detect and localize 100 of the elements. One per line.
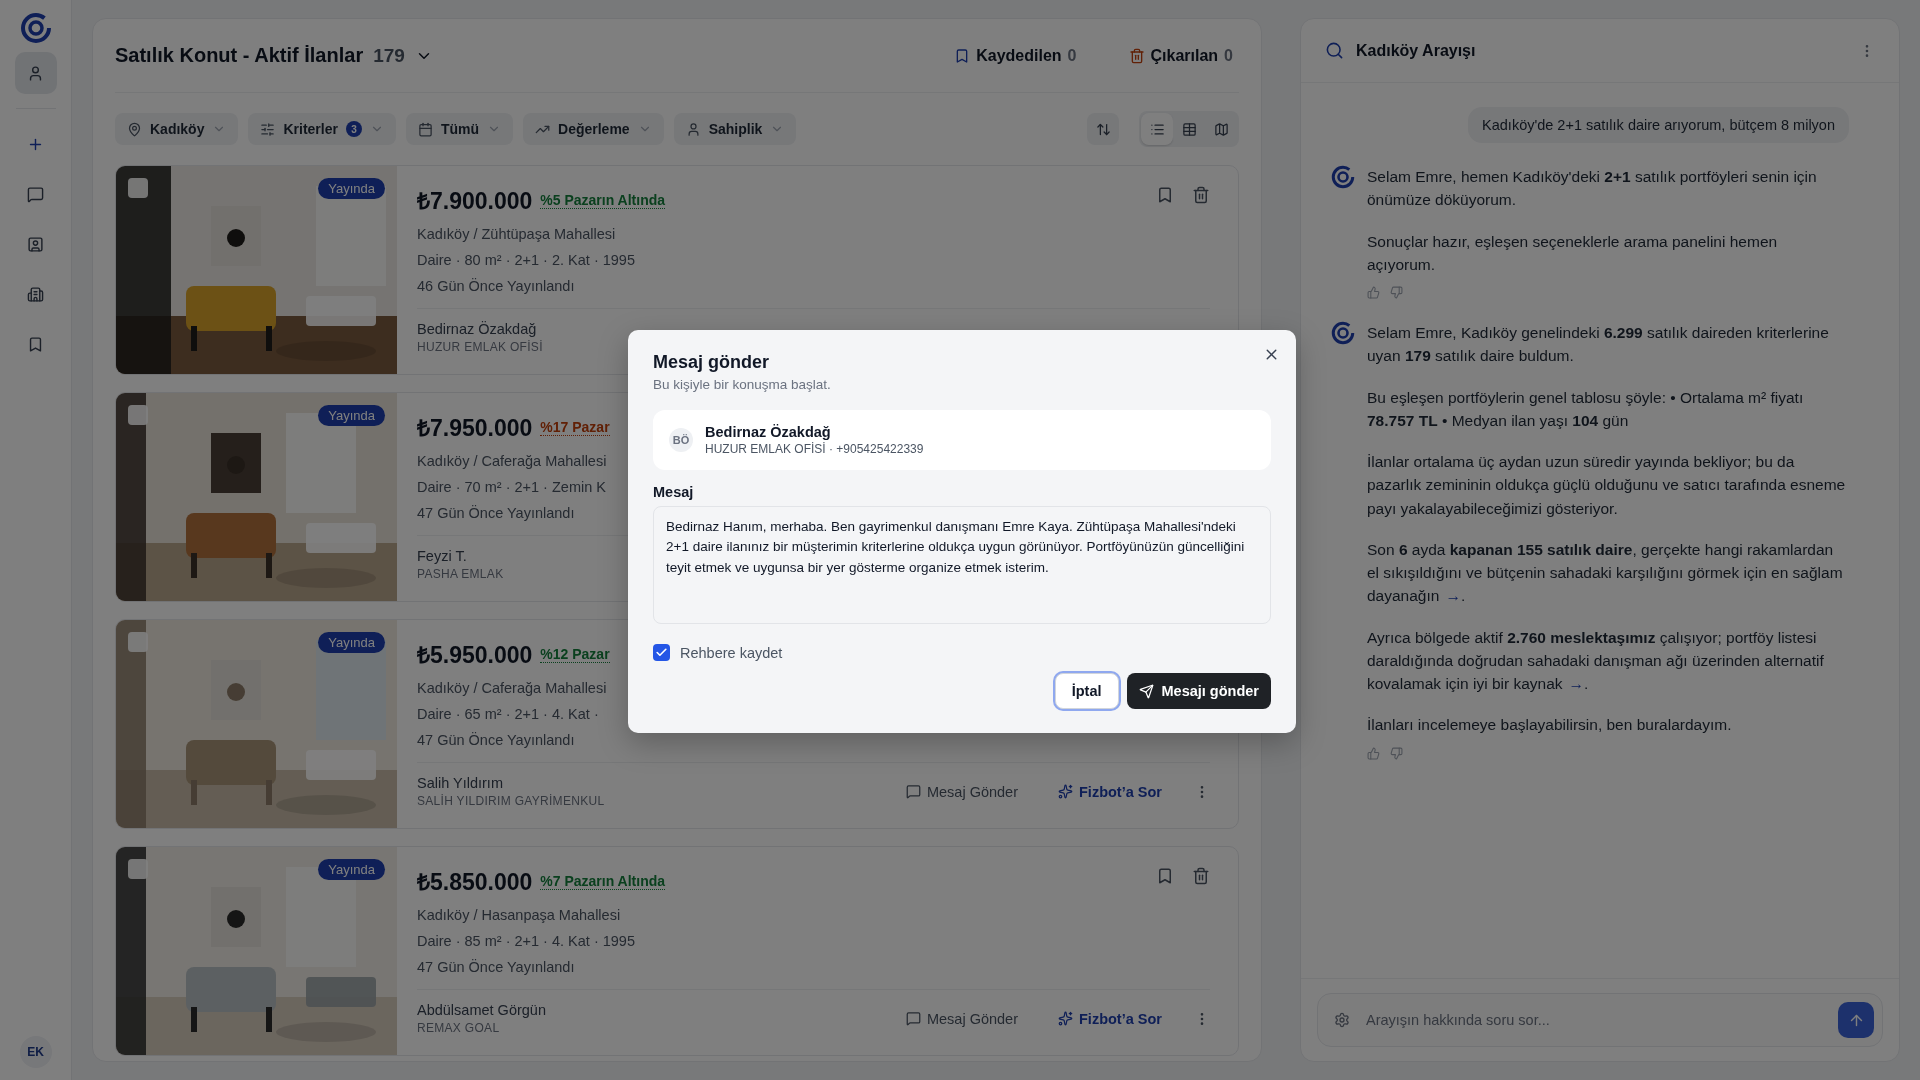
logo-icon [1331,165,1355,189]
trash-icon [1128,47,1145,64]
user-icon [685,121,701,137]
contact-details: HUZUR EMLAK OFİSİ · +905425422339 [705,442,924,456]
map-icon [1213,121,1229,137]
filter-dropdown[interactable]: Kadıköy [115,113,239,145]
assistant-message: Selam Emre, hemen Kadıköy'deki 2+1 satılık portföyleri senin için önümüze döküyorum. [1367,167,1818,211]
table-icon [1181,121,1197,137]
thumbs-down-icon[interactable] [1390,746,1403,760]
building-icon [27,285,44,303]
send-button[interactable] [1838,1002,1874,1038]
listing-location: Kadıköy / Zühtüpaşa Mahallesi [417,226,616,242]
agent-office: HUZUR EMLAK OFİSİ [417,340,543,354]
agent-office: PASHA EMLAK [417,567,504,581]
listing-location: Kadıköy / Hasanpaşa Mahallesi [417,907,621,923]
market-tag: %17 Pazar [540,418,610,436]
trash-icon[interactable] [1192,867,1210,885]
arrow-link[interactable]: → [1568,675,1585,692]
listing-price: ₺7.950.000 [417,414,533,443]
save-contact-checkbox[interactable] [653,644,670,661]
published-date: 46 Gün Önce Yayınlandı [417,278,575,294]
filter-dropdown[interactable]: Sahiplik [673,113,797,145]
agent-office: REMAX GOAL [417,1021,501,1035]
message-button[interactable]: Mesaj Gönder [899,782,1024,801]
sparkles-icon [1058,784,1073,799]
published-date: 47 Gün Önce Yayınlandı [417,505,575,521]
select-checkbox[interactable] [128,859,148,879]
assistant-message: İlanları incelemeye başlayabilirsin, ben buralardayım. [1367,715,1733,736]
thumbs-down-icon[interactable] [1390,286,1403,299]
bookmark-icon[interactable] [1156,186,1174,204]
sparkles-icon [1058,1011,1073,1026]
sidebar-item[interactable] [14,52,57,94]
market-tag: %5 Pazarın Altında [540,191,666,209]
filter-dropdown[interactable]: Kriterler 3 [248,113,396,145]
page-title: Satılık Konut - Aktif İlanlar [115,44,364,67]
chat-icon [905,1011,921,1026]
listing-action-icons[interactable] [1156,867,1210,885]
removed-button[interactable]: Çıkarılan 0 [1122,45,1239,66]
market-tag: %7 Pazarın Altında [540,872,666,890]
assistant-message: Ayrıca bölgede aktif 2.760 meslektaşımız çalışıyor; portföy listesi daraldığında doğrudan sahadaki danışman ağı üzerinden alternatif kovalamak için iyi bir kaynak →. [1367,627,1825,694]
question-input[interactable]: Arayışın hakkında soru sor... [1364,1011,1824,1029]
user-avatar[interactable]: EK [19,1036,52,1068]
status-badge: Yayında [318,632,385,653]
send-message-button[interactable]: Mesajı gönder [1126,673,1271,709]
thumbs-up-icon[interactable] [1367,286,1380,299]
list-view-button[interactable] [1141,113,1173,145]
listing-details: Daire · 80 m² · 2+1 · 2. Kat · 1995 [417,252,635,268]
published-date: 47 Gün Önce Yayınlandı [417,959,575,975]
send-icon [1138,683,1154,699]
assistant-message: Sonuçlar hazır, eşleşen seçeneklerle arama panelini hemen açıyorum. [1367,231,1779,275]
market-tag: %12 Pazar [540,645,610,663]
agent-name: Feyzi T. [417,548,468,564]
search-icon [1325,41,1344,60]
chat-input[interactable]: Arayışın hakkında soru sor... [1317,993,1883,1047]
message-button[interactable]: Mesaj Gönder [899,1009,1024,1028]
arrow-link[interactable]: → [1445,587,1461,605]
agent-name: Salih Yıldırım [417,775,504,791]
agent-name: Abdülsamet Görgün [417,1002,546,1018]
sliders-icon [260,121,276,137]
select-checkbox[interactable] [128,405,148,425]
user-message: Kadıköy'de 2+1 satılık daire arıyorum, bütçem 8 milyon [1468,107,1849,143]
assistant-message: Selam Emre, Kadıköy genelindeki 6.299 satılık daireden kriterlerine uyan 179 satılık daire buldum. [1367,323,1830,367]
trash-icon[interactable] [1192,186,1210,204]
logo-icon [19,12,52,44]
chat-title: Kadıköy Arayışı [1356,41,1476,60]
listing-details: Daire · 65 m² · 2+1 · 4. Kat · [417,706,599,722]
status-badge: Yayında [318,859,385,880]
checkbox-label: Rehbere kaydet [680,644,783,661]
agent-name: Bedirnaz Özakdağ [417,321,538,337]
map-pin-icon [127,121,142,137]
listing-location: Kadıköy / Caferağa Mahallesi [417,453,607,469]
filter-dropdown[interactable]: Tümü [405,113,514,145]
listing-location: Kadıköy / Caferağa Mahallesi [417,680,607,696]
listing-details: Daire · 85 m² · 2+1 · 4. Kat · 1995 [417,933,635,949]
bookmark-icon [27,335,44,353]
contact-name: Bedirnaz Özakdağ [705,424,832,440]
status-badge: Yayında [318,178,385,199]
list-icon [1149,121,1165,137]
ask-assistant-button[interactable]: Fizbot’a Sor [1052,1009,1168,1028]
calendar-icon [417,121,433,137]
count-badge: 3 [345,121,362,137]
thumbs-up-icon[interactable] [1367,746,1380,760]
sort-button[interactable] [1087,113,1119,145]
settings-icon[interactable] [1334,1012,1350,1028]
cancel-button[interactable]: İptal [1054,673,1119,709]
assistant-message: Son 6 ayda kapanan 155 satılık daire, gerçekte hangi rakamlardan el sıkışıldığını ve bütçenin sahadaki karşılığını görmek için en sağlam dayanağın →. [1367,539,1844,607]
select-checkbox[interactable] [128,632,148,652]
listing-price: ₺5.850.000 [417,868,533,897]
filter-dropdown[interactable]: Değerleme [523,113,664,145]
bookmark-icon[interactable] [1156,867,1174,885]
message-field[interactable]: Bedirnaz Hanım, merhaba. Ben gayrimenkul danışmanı Emre Kaya. Zühtüpaşa Mahallesi'ndeki 2+1 daire ilanınız bir müşterimin kriterlerine oldukça uygun görünüyor. Portföyünüzün güncelliğini teyit etmek ve uygunsa bir yer gösterme organize etmek isterim. [653,506,1271,624]
user-icon [27,64,44,82]
check-icon [655,646,668,659]
agent-office: SALİH YILDIRIM GAYRİMENKUL [417,794,605,808]
ask-assistant-button[interactable]: Fizbot’a Sor [1052,782,1168,801]
contact-card-icon [27,235,44,253]
saved-button[interactable]: Kaydedilen 0 [948,45,1083,66]
listing-action-icons[interactable] [1156,186,1210,204]
select-checkbox[interactable] [128,178,148,198]
logo-icon [1331,321,1355,345]
